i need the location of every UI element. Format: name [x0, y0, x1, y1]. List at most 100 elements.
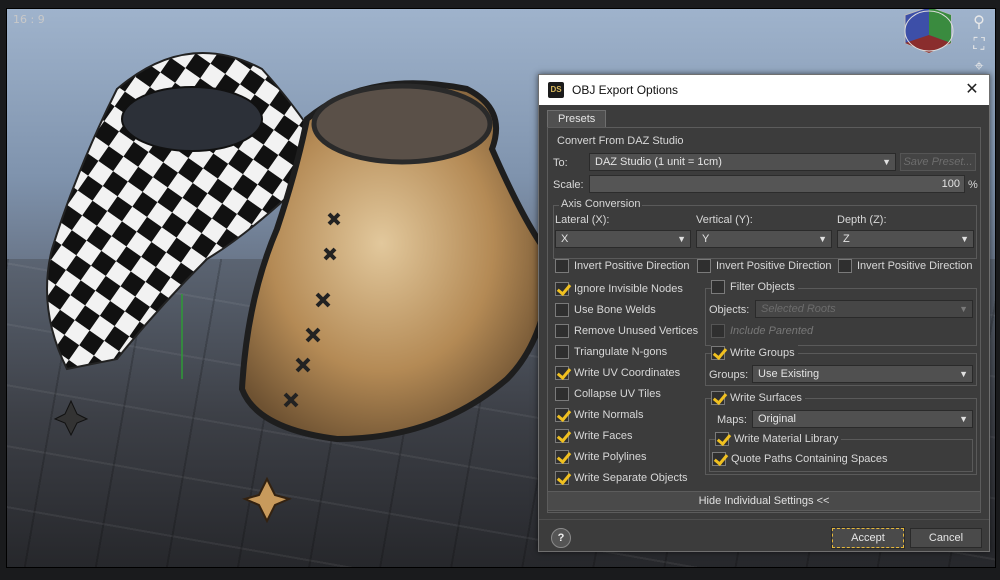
help-icon[interactable]: ?	[551, 528, 571, 548]
zoom-icon[interactable]: ⚲	[969, 13, 989, 33]
accept-button[interactable]: Accept	[831, 527, 905, 549]
lateral-axis-select[interactable]: X ▼	[555, 230, 691, 248]
depth-axis-value: Z	[843, 233, 850, 245]
option-write-separate-objects[interactable]: Write Separate Objects	[555, 470, 688, 486]
write-groups-label: Write Groups	[730, 347, 795, 359]
close-icon[interactable]: ✕	[961, 80, 983, 100]
option-write-uv-coordinates[interactable]: Write UV Coordinates	[555, 365, 680, 381]
checkbox-box[interactable]	[555, 429, 569, 443]
checkbox-box[interactable]	[711, 391, 725, 405]
dialog-title: OBJ Export Options	[572, 83, 679, 97]
checkbox-box[interactable]	[711, 346, 725, 360]
checkbox-box[interactable]	[712, 452, 726, 466]
option-label: Remove Unused Vertices	[574, 325, 699, 337]
write-material-library-label: Write Material Library	[734, 433, 839, 445]
hide-individual-settings-button[interactable]: Hide Individual Settings <<	[547, 491, 981, 511]
include-parented-checkbox[interactable]: Include Parented	[711, 323, 813, 339]
vertical-axis-select[interactable]: Y ▼	[696, 230, 832, 248]
scale-label: Scale:	[553, 179, 584, 191]
axis-conversion-label: Axis Conversion	[559, 198, 643, 210]
quote-paths-label: Quote Paths Containing Spaces	[731, 453, 888, 465]
checkbox-box[interactable]	[555, 366, 569, 380]
checkbox-box[interactable]	[555, 324, 569, 338]
save-preset-button[interactable]: Save Preset...	[900, 153, 976, 171]
write-groups-checkbox[interactable]: Write Groups	[711, 345, 798, 361]
scale-value: 100	[941, 178, 960, 190]
groups-value: Use Existing	[758, 368, 820, 380]
write-surfaces-checkbox[interactable]: Write Surfaces	[711, 390, 805, 406]
checkbox-box[interactable]	[697, 259, 711, 273]
option-label: Write Separate Objects	[574, 472, 688, 484]
invert-depth-label: Invert Positive Direction	[857, 260, 973, 272]
checkbox-box[interactable]	[555, 303, 569, 317]
checkbox-box[interactable]	[555, 471, 569, 485]
chevron-down-icon: ▼	[959, 369, 968, 379]
chevron-down-icon: ▼	[882, 157, 891, 167]
checkbox-box[interactable]	[838, 259, 852, 273]
option-ignore-invisible-nodes[interactable]: Ignore Invisible Nodes	[555, 281, 683, 297]
checkbox-box[interactable]	[555, 282, 569, 296]
tab-presets[interactable]: Presets	[547, 110, 607, 128]
checkbox-box[interactable]	[555, 259, 569, 273]
option-label: Write Normals	[574, 409, 644, 421]
dialog-titlebar[interactable]: DS OBJ Export Options ✕	[539, 75, 989, 105]
include-parented-label: Include Parented	[730, 325, 814, 337]
write-surfaces-label: Write Surfaces	[730, 392, 802, 404]
cancel-button[interactable]: Cancel	[910, 528, 982, 548]
option-remove-unused-vertices[interactable]: Remove Unused Vertices	[555, 323, 698, 339]
option-write-polylines[interactable]: Write Polylines	[555, 449, 647, 465]
checkbox-box[interactable]	[711, 280, 725, 294]
scale-slider[interactable]: 100	[589, 175, 965, 193]
checkbox-box[interactable]	[555, 450, 569, 464]
option-use-bone-welds[interactable]: Use Bone Welds	[555, 302, 656, 318]
option-write-faces[interactable]: Write Faces	[555, 428, 632, 444]
convert-group-label: Convert From DAZ Studio	[555, 135, 686, 147]
checker-collar-opening	[121, 86, 263, 152]
invert-lateral-checkbox[interactable]: Invert Positive Direction	[555, 258, 690, 274]
frame-icon[interactable]: ⛶	[969, 35, 989, 55]
option-label: Triangulate N-gons	[574, 346, 668, 358]
option-label: Write Polylines	[574, 451, 647, 463]
quote-paths-checkbox[interactable]: Quote Paths Containing Spaces	[712, 451, 888, 467]
chevron-down-icon: ▼	[960, 234, 969, 244]
invert-depth-checkbox[interactable]: Invert Positive Direction	[838, 258, 973, 274]
filter-objects-checkbox[interactable]: Filter Objects	[711, 279, 798, 295]
invert-lateral-label: Invert Positive Direction	[574, 260, 690, 272]
option-collapse-uv-tiles[interactable]: Collapse UV Tiles	[555, 386, 661, 402]
dialog-footer: ? Accept Cancel	[539, 519, 989, 551]
obj-export-options-dialog: DS OBJ Export Options ✕ Presets Convert …	[538, 74, 990, 552]
checkbox-box[interactable]	[555, 387, 569, 401]
maps-select[interactable]: Original ▼	[752, 410, 973, 428]
write-material-library-checkbox[interactable]: Write Material Library	[715, 431, 842, 447]
objects-select[interactable]: Selected Roots ▼	[755, 300, 973, 318]
to-unit-select[interactable]: DAZ Studio (1 unit = 1cm) ▼	[589, 153, 896, 171]
pendant-star	[242, 476, 292, 524]
option-label: Write Faces	[574, 430, 633, 442]
scale-unit: %	[968, 179, 978, 191]
option-label: Use Bone Welds	[574, 304, 656, 316]
checkbox-box[interactable]	[711, 324, 725, 338]
chevron-down-icon: ▼	[959, 304, 968, 314]
pendant-dark	[53, 399, 89, 437]
option-label: Ignore Invisible Nodes	[574, 283, 683, 295]
daz-app-icon: DS	[548, 82, 564, 98]
depth-axis-select[interactable]: Z ▼	[837, 230, 974, 248]
checkbox-box[interactable]	[555, 345, 569, 359]
vertical-label: Vertical (Y):	[696, 214, 753, 226]
to-label: To:	[553, 157, 568, 169]
chevron-down-icon: ▼	[818, 234, 827, 244]
maps-value: Original	[758, 413, 796, 425]
option-write-normals[interactable]: Write Normals	[555, 407, 643, 423]
aspect-ratio-label: 16 : 9	[13, 13, 45, 26]
suede-collar-opening	[311, 83, 493, 165]
groups-select[interactable]: Use Existing ▼	[752, 365, 973, 383]
maps-label: Maps:	[717, 414, 747, 426]
lateral-label: Lateral (X):	[555, 214, 610, 226]
invert-vertical-checkbox[interactable]: Invert Positive Direction	[697, 258, 832, 274]
checkbox-box[interactable]	[555, 408, 569, 422]
navigation-cube[interactable]	[895, 8, 955, 55]
objects-label: Objects:	[709, 304, 750, 316]
option-triangulate-ngons[interactable]: Triangulate N-gons	[555, 344, 667, 360]
checkbox-box[interactable]	[715, 432, 729, 446]
lateral-axis-value: X	[561, 233, 569, 245]
